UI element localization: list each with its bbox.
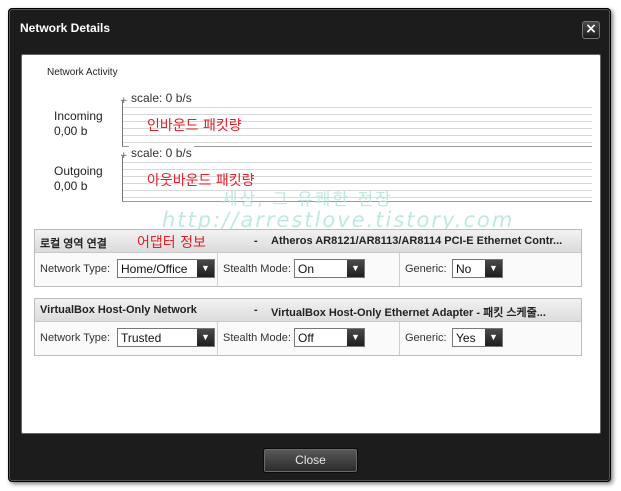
network-type-value: Trusted <box>121 331 162 345</box>
chevron-down-icon[interactable]: ▼ <box>347 329 364 346</box>
watermark-text: 세상, 그 유쾌한 전장 <box>222 190 393 210</box>
incoming-label: Incoming <box>54 109 103 123</box>
adapter-device-name: VirtualBox Host-Only Ethernet Adapter - … <box>271 307 546 319</box>
generic-value: Yes <box>456 331 476 345</box>
stealth-mode-cell: Stealth Mode: Off ▼ <box>218 322 400 355</box>
network-type-select[interactable]: Home/Office ▼ <box>117 259 215 278</box>
incoming-value: 0,00 b <box>54 124 88 138</box>
generic-select[interactable]: Yes ▼ <box>452 328 503 347</box>
network-type-label: Network Type: <box>40 332 111 344</box>
generic-cell: Generic: No ▼ <box>400 253 582 286</box>
chevron-down-icon[interactable]: ▼ <box>485 260 502 277</box>
content-panel: Network Activity Incoming 0,00 b + scale… <box>21 54 601 434</box>
generic-value: No <box>456 262 472 276</box>
adapter-separator: - <box>254 304 258 316</box>
chevron-down-icon[interactable]: ▼ <box>347 260 364 277</box>
title-bar[interactable]: Network Details × <box>9 9 610 45</box>
network-type-cell: Network Type: Home/Office ▼ <box>35 253 218 286</box>
adapter-header: 로컬 영역 연결 어댑터 정보 - Atheros AR8121/AR8113/… <box>35 230 581 253</box>
incoming-graph: Incoming 0,00 b + scale: 0 b/s 인바운드 패킷량 <box>22 91 602 147</box>
generic-label: Generic: <box>405 263 447 275</box>
stealth-mode-select[interactable]: Off ▼ <box>294 328 365 347</box>
generic-label: Generic: <box>405 332 447 344</box>
outgoing-value: 0,00 b <box>54 179 88 193</box>
network-details-dialog: Network Details × Network Activity Incom… <box>8 8 611 482</box>
stealth-mode-value: Off <box>298 331 314 345</box>
adapter-group-local: 로컬 영역 연결 어댑터 정보 - Atheros AR8121/AR8113/… <box>34 229 582 287</box>
incoming-scale: scale: 0 b/s <box>129 91 194 105</box>
outgoing-label: Outgoing <box>54 164 103 178</box>
close-icon[interactable]: × <box>582 21 600 39</box>
stealth-mode-value: On <box>298 262 315 276</box>
network-type-select[interactable]: Trusted ▼ <box>117 328 215 347</box>
stealth-mode-cell: Stealth Mode: On ▼ <box>218 253 400 286</box>
network-type-cell: Network Type: Trusted ▼ <box>35 322 218 355</box>
stealth-mode-select[interactable]: On ▼ <box>294 259 365 278</box>
adapter-group-virtualbox: VirtualBox Host-Only Network - VirtualBo… <box>34 298 582 356</box>
incoming-annotation: 인바운드 패킷량 <box>147 118 242 134</box>
adapter-annotation: 어댑터 정보 <box>137 235 206 251</box>
network-activity-label: Network Activity <box>47 67 118 78</box>
generic-select[interactable]: No ▼ <box>452 259 503 278</box>
incoming-axis-tick: + <box>120 96 128 106</box>
dialog-title: Network Details <box>20 21 111 35</box>
outgoing-axis-tick: + <box>120 151 128 161</box>
outgoing-scale: scale: 0 b/s <box>129 146 194 160</box>
adapter-settings-row: Network Type: Trusted ▼ Stealth Mode: Of… <box>35 322 581 355</box>
adapter-separator: - <box>254 235 258 247</box>
generic-cell: Generic: Yes ▼ <box>400 322 582 355</box>
close-button[interactable]: Close <box>263 448 358 473</box>
adapter-header: VirtualBox Host-Only Network - VirtualBo… <box>35 299 581 322</box>
adapter-connection-name: 로컬 영역 연결 <box>40 238 107 250</box>
network-type-label: Network Type: <box>40 263 111 275</box>
chevron-down-icon[interactable]: ▼ <box>485 329 502 346</box>
chevron-down-icon[interactable]: ▼ <box>197 329 214 346</box>
stealth-mode-label: Stealth Mode: <box>223 332 291 344</box>
adapter-settings-row: Network Type: Home/Office ▼ Stealth Mode… <box>35 253 581 286</box>
chevron-down-icon[interactable]: ▼ <box>197 260 214 277</box>
network-type-value: Home/Office <box>121 262 188 276</box>
adapter-device-name: Atheros AR8121/AR8113/AR8114 PCI-E Ether… <box>271 235 563 247</box>
stealth-mode-label: Stealth Mode: <box>223 263 291 275</box>
adapter-connection-name: VirtualBox Host-Only Network <box>40 304 197 316</box>
